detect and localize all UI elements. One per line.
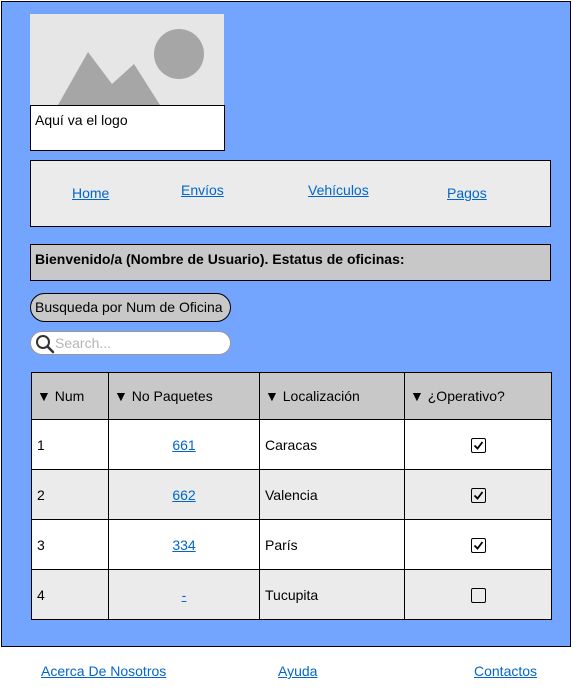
image-placeholder-icon <box>30 14 224 105</box>
footer-contact-link[interactable]: Contactos <box>474 663 537 679</box>
cell-localizacion: Valencia <box>259 469 405 520</box>
operativo-checkbox-checked[interactable] <box>470 537 486 553</box>
column-header-localizacion[interactable]: ▼ Localización <box>259 372 405 420</box>
nav-envios-link[interactable]: Envíos <box>181 182 224 198</box>
cell-paquetes: 661 <box>108 419 260 470</box>
cell-operativo <box>404 569 552 620</box>
nav-bar: Home Envíos Vehículos Pagos <box>30 160 551 227</box>
search-box[interactable] <box>30 331 231 355</box>
footer-about-link[interactable]: Acerca De Nosotros <box>41 663 166 679</box>
table-row: 1 661 Caracas <box>31 419 552 470</box>
logo-block: Aquí va el logo <box>30 14 225 151</box>
nav-home-link[interactable]: Home <box>72 185 109 201</box>
column-header-operativo[interactable]: ▼ ¿Operativo? <box>404 372 552 420</box>
nav-vehiculos-link[interactable]: Vehículos <box>308 182 369 198</box>
cell-operativo <box>404 419 552 470</box>
cell-num: 4 <box>31 569 109 620</box>
paquetes-link[interactable]: - <box>182 587 187 603</box>
column-header-num[interactable]: ▼ Num <box>31 372 109 420</box>
cell-num: 1 <box>31 419 109 470</box>
cell-paquetes: 334 <box>108 519 260 570</box>
cell-operativo <box>404 519 552 570</box>
cell-localizacion: Caracas <box>259 419 405 470</box>
table-header-row: ▼ Num ▼ No Paquetes ▼ Localización ▼ ¿Op… <box>31 372 552 420</box>
table-row: 2 662 Valencia <box>31 469 552 520</box>
operativo-checkbox-checked[interactable] <box>470 437 486 453</box>
search-input[interactable] <box>55 334 225 352</box>
cell-num: 3 <box>31 519 109 570</box>
paquetes-link[interactable]: 334 <box>172 537 195 553</box>
table-row: 4 - Tucupita <box>31 569 552 620</box>
cell-paquetes: - <box>108 569 260 620</box>
cell-localizacion: Tucupita <box>259 569 405 620</box>
column-header-paquetes[interactable]: ▼ No Paquetes <box>108 372 260 420</box>
paquetes-link[interactable]: 662 <box>172 487 195 503</box>
operativo-checkbox-unchecked[interactable] <box>470 587 486 603</box>
logo-caption: Aquí va el logo <box>30 105 225 151</box>
table-row: 3 334 París <box>31 519 552 570</box>
cell-paquetes: 662 <box>108 469 260 520</box>
cell-operativo <box>404 469 552 520</box>
nav-pagos-link[interactable]: Pagos <box>447 185 487 201</box>
welcome-banner: Bienvenido/a (Nombre de Usuario). Estatu… <box>30 244 551 281</box>
search-by-office-button[interactable]: Busqueda por Num de Oficina <box>30 293 231 322</box>
operativo-checkbox-checked[interactable] <box>470 487 486 503</box>
footer-help-link[interactable]: Ayuda <box>278 663 317 679</box>
cell-num: 2 <box>31 469 109 520</box>
paquetes-link[interactable]: 661 <box>172 437 195 453</box>
offices-table: ▼ Num ▼ No Paquetes ▼ Localización ▼ ¿Op… <box>31 372 552 620</box>
search-icon <box>35 334 55 354</box>
cell-localizacion: París <box>259 519 405 570</box>
